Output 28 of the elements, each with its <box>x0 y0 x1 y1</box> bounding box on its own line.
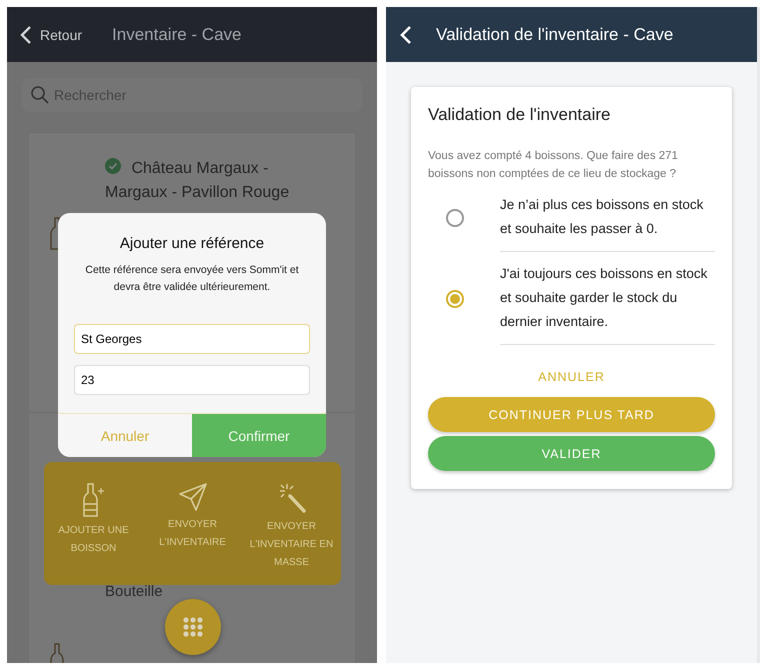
radio-button[interactable] <box>446 208 464 226</box>
option-label: Je n’ai plus ces boissons en stock et souhaite les passer à 0. <box>500 183 715 252</box>
screen-title: Validation de l'inventaire - Cave <box>436 24 674 44</box>
radio-option[interactable]: J'ai toujours ces boissons en stock et souhaite garder le stock du dernier inventaire. <box>428 252 715 345</box>
item-unit: Bouteille <box>105 583 163 600</box>
back-button[interactable]: Retour <box>7 24 82 44</box>
radio-button[interactable] <box>446 290 464 308</box>
grid-icon <box>183 617 203 637</box>
continue-later-button[interactable]: CONTINUER PLUS TARD <box>428 397 715 432</box>
option-label: J'ai toujours ces boissons en stock et souhaite garder le stock du dernier inventaire. <box>500 252 715 345</box>
card-title: Validation de l'inventaire <box>428 105 612 125</box>
action-button[interactable]: ENVOYER L'INVENTAIRE EN MASSE <box>246 482 336 572</box>
action-button[interactable]: ENVOYER L'INVENTAIRE <box>148 482 238 552</box>
validate-button[interactable]: VALIDER <box>428 436 715 471</box>
send-icon <box>178 482 208 512</box>
action-button[interactable]: AJOUTER UNE BOISSON <box>48 482 138 558</box>
item-name: Château Margaux - Margaux - Pavillon Rouge <box>105 160 290 201</box>
dialog-title: Ajouter une référence <box>120 235 264 252</box>
back-icon <box>20 24 32 44</box>
confirm-button[interactable]: Confirmer <box>192 414 326 457</box>
input-field[interactable]: 23 <box>74 365 310 395</box>
card-message: Vous avez compté 4 boissons. Que faire des 271 boissons non comptées de ce lieu de stockage ? <box>428 149 679 182</box>
radio-option[interactable]: Je n’ai plus ces boissons en stock et souhaite les passer à 0. <box>428 183 715 252</box>
back-icon <box>400 24 412 44</box>
cancel-button[interactable]: ANNULER <box>532 369 611 385</box>
screen-title: Inventaire - Cave <box>112 24 242 44</box>
input-field[interactable]: St Georges <box>74 324 310 354</box>
dialog-message: Cette référence sera envoyée vers Somm'it et devra être validée ultérieurement. <box>84 263 300 295</box>
